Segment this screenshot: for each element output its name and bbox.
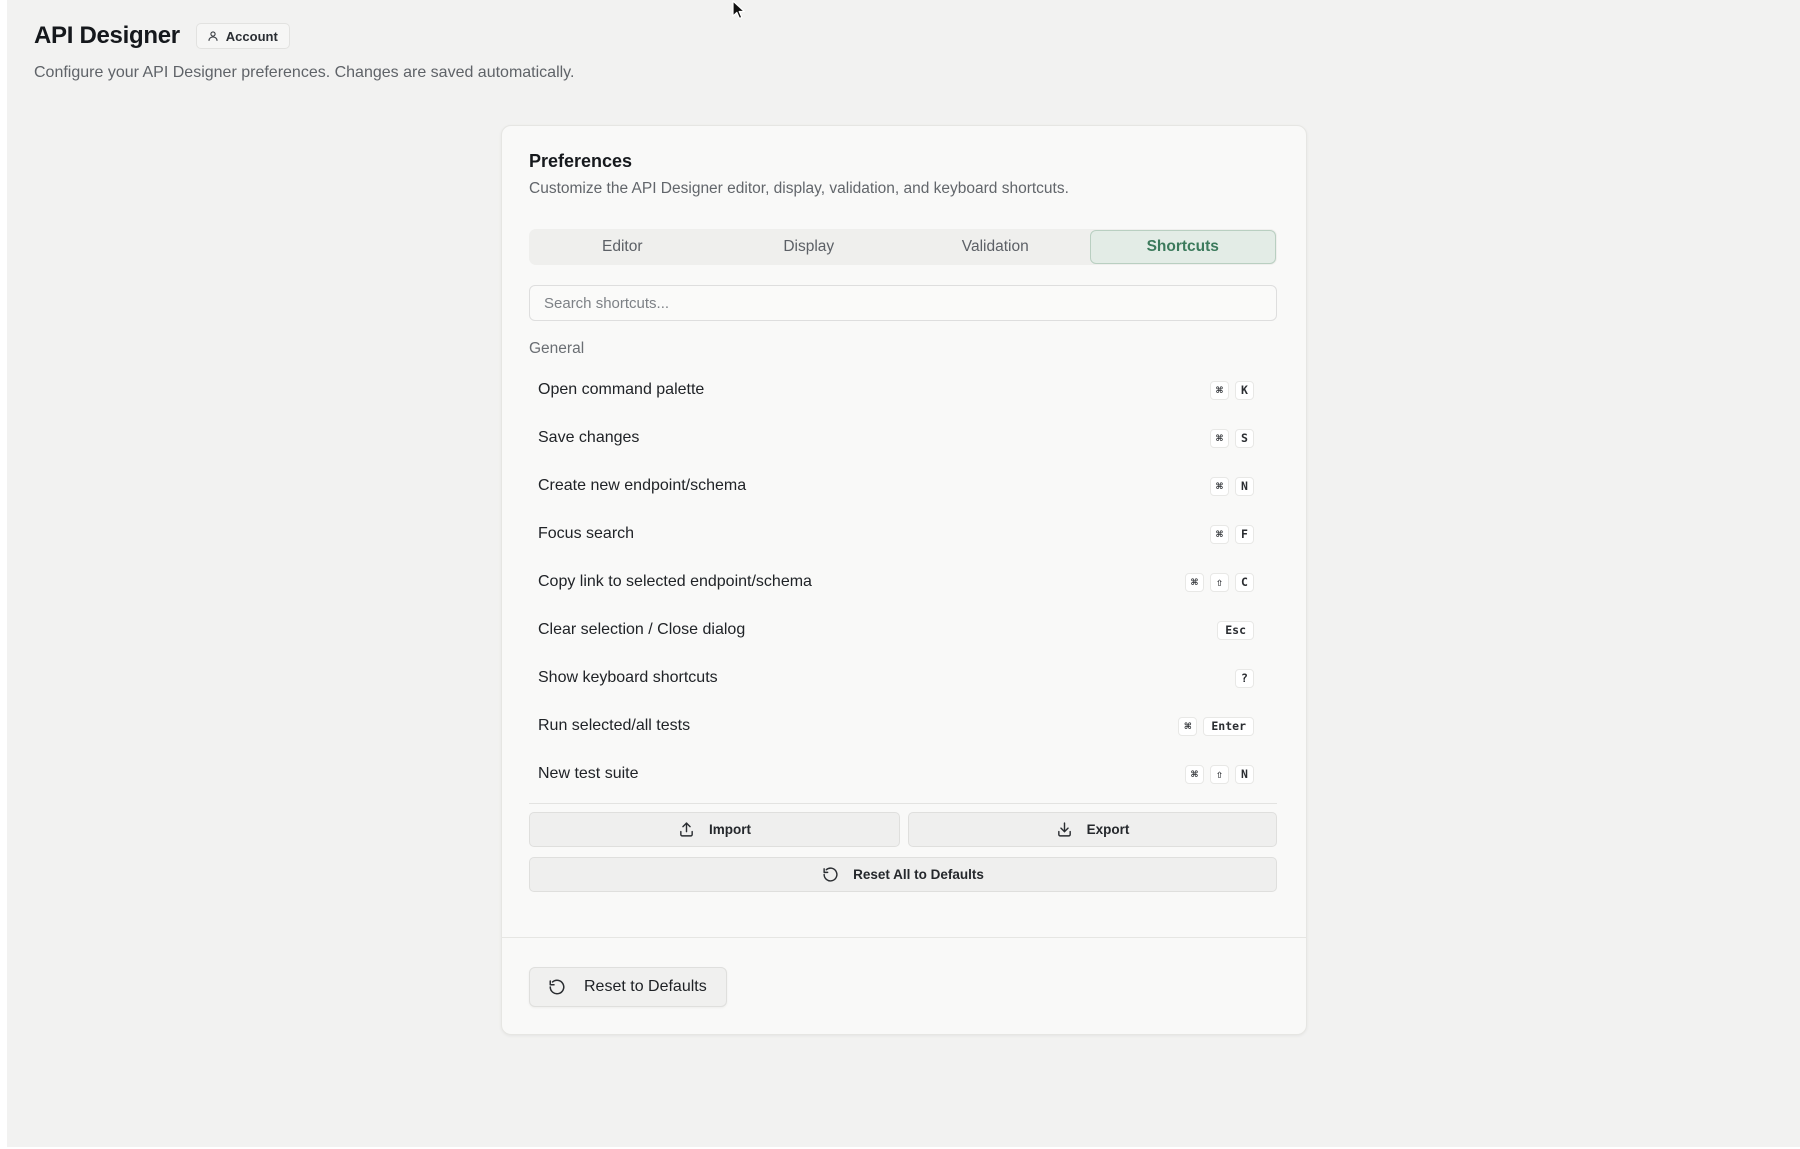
shortcut-key: ⇧ [1210, 572, 1229, 592]
shortcut-label: Show keyboard shortcuts [538, 669, 718, 686]
reset-to-defaults-button[interactable]: Reset to Defaults [529, 967, 727, 1007]
shortcut-row: Clear selection / Close dialog Esc [529, 606, 1277, 654]
shortcut-row: New test suite ⌘ ⇧ N [529, 750, 1277, 798]
shortcut-key: Esc [1217, 620, 1254, 640]
shortcut-key: S [1235, 428, 1254, 448]
export-label: Export [1086, 822, 1130, 837]
import-label: Import [709, 822, 751, 837]
search-shortcuts-input[interactable] [529, 285, 1277, 321]
account-badge[interactable]: Account [195, 23, 290, 49]
download-icon [1057, 822, 1071, 837]
shortcut-key: F [1235, 524, 1254, 544]
shortcut-label: Create new endpoint/schema [538, 477, 747, 494]
mouse-cursor-icon [732, 0, 745, 19]
shortcut-label: Save changes [538, 429, 640, 446]
shortcut-key: ⌘ [1210, 524, 1229, 544]
preferences-title: Preferences [529, 151, 633, 171]
footer-divider [502, 937, 1306, 938]
preferences-card: Preferences Customize the API Designer e… [501, 125, 1307, 1035]
tab-editor[interactable]: Editor [530, 230, 715, 264]
shortcut-label: Run selected/all tests [538, 717, 691, 734]
shortcut-list: Open command palette ⌘ K Save changes ⌘ S Crea… [529, 366, 1277, 798]
preferences-tabs: Editor Display Validation Shortcuts [529, 229, 1277, 265]
reset-all-label: Reset All to Defaults [853, 867, 984, 882]
shortcut-row: Open command palette ⌘ K [529, 366, 1277, 414]
shortcut-key: ⌘ [1185, 572, 1204, 592]
shortcut-label: Clear selection / Close dialog [538, 621, 746, 638]
app-title: API Designer [34, 22, 180, 49]
rotate-ccw-icon [823, 867, 838, 882]
shortcut-keys: ⌘ S [1210, 428, 1254, 448]
shortcut-keys: ⌘ N [1210, 476, 1254, 496]
tab-validation[interactable]: Validation [903, 230, 1088, 264]
shortcut-keys: ⌘ Enter [1178, 716, 1254, 736]
preferences-description: Customize the API Designer editor, displ… [529, 180, 1069, 197]
shortcut-keys: ? [1235, 668, 1254, 688]
page-header: API Designer Account Configure your API … [34, 18, 574, 82]
shortcut-key: ? [1235, 668, 1254, 688]
rotate-ccw-icon [549, 979, 565, 995]
shortcut-row: Copy link to selected endpoint/schema ⌘ ⇧ C [529, 558, 1277, 606]
shortcut-keys: ⌘ ⇧ N [1185, 764, 1254, 784]
shortcut-key: ⌘ [1210, 476, 1229, 496]
shortcut-key: K [1235, 380, 1254, 400]
shortcut-row: Run selected/all tests ⌘ Enter [529, 702, 1277, 750]
shortcut-key: ⇧ [1210, 764, 1229, 784]
shortcut-key: N [1235, 764, 1254, 784]
export-button[interactable]: Export [908, 812, 1277, 847]
shortcut-row: Focus search ⌘ F [529, 510, 1277, 558]
reset-all-button[interactable]: Reset All to Defaults [529, 857, 1277, 892]
user-icon [208, 31, 218, 42]
tab-display[interactable]: Display [717, 230, 902, 264]
title-row: API Designer Account [34, 18, 574, 54]
shortcut-row: Show keyboard shortcuts? [529, 654, 1277, 702]
shortcut-key: Enter [1203, 716, 1254, 736]
app-window: API Designer Account Configure your API … [7, 0, 1800, 1147]
account-label: Account [225, 28, 278, 44]
shortcut-keys: Esc [1217, 620, 1254, 640]
shortcut-key: C [1235, 572, 1254, 592]
section-label-general: General [529, 340, 585, 357]
shortcut-key: ⌘ [1210, 428, 1229, 448]
shortcut-label: Open command palette [538, 381, 705, 398]
shortcut-label: Copy link to selected endpoint/schema [538, 573, 812, 590]
tab-shortcuts[interactable]: Shortcuts [1089, 230, 1276, 264]
shortcut-row: Create new endpoint/schema ⌘ N [529, 462, 1277, 510]
shortcut-key: ⌘ [1210, 380, 1229, 400]
shortcut-keys: ⌘ F [1210, 524, 1254, 544]
upload-icon [680, 822, 693, 837]
shortcut-keys: ⌘ K [1210, 380, 1254, 400]
shortcut-row: Save changes ⌘ S [529, 414, 1277, 462]
divider [529, 803, 1277, 804]
shortcut-keys: ⌘ ⇧ C [1185, 572, 1254, 592]
reset-to-defaults-label: Reset to Defaults [584, 978, 707, 995]
shortcut-label: New test suite [538, 765, 639, 782]
shortcut-key: ⌘ [1178, 716, 1198, 736]
shortcut-label: Focus search [538, 525, 635, 542]
shortcut-key: ⌘ [1185, 764, 1204, 784]
import-button[interactable]: Import [529, 812, 900, 847]
shortcut-key: N [1235, 476, 1254, 496]
page-subtitle: Configure your API Designer preferences.… [34, 64, 575, 81]
